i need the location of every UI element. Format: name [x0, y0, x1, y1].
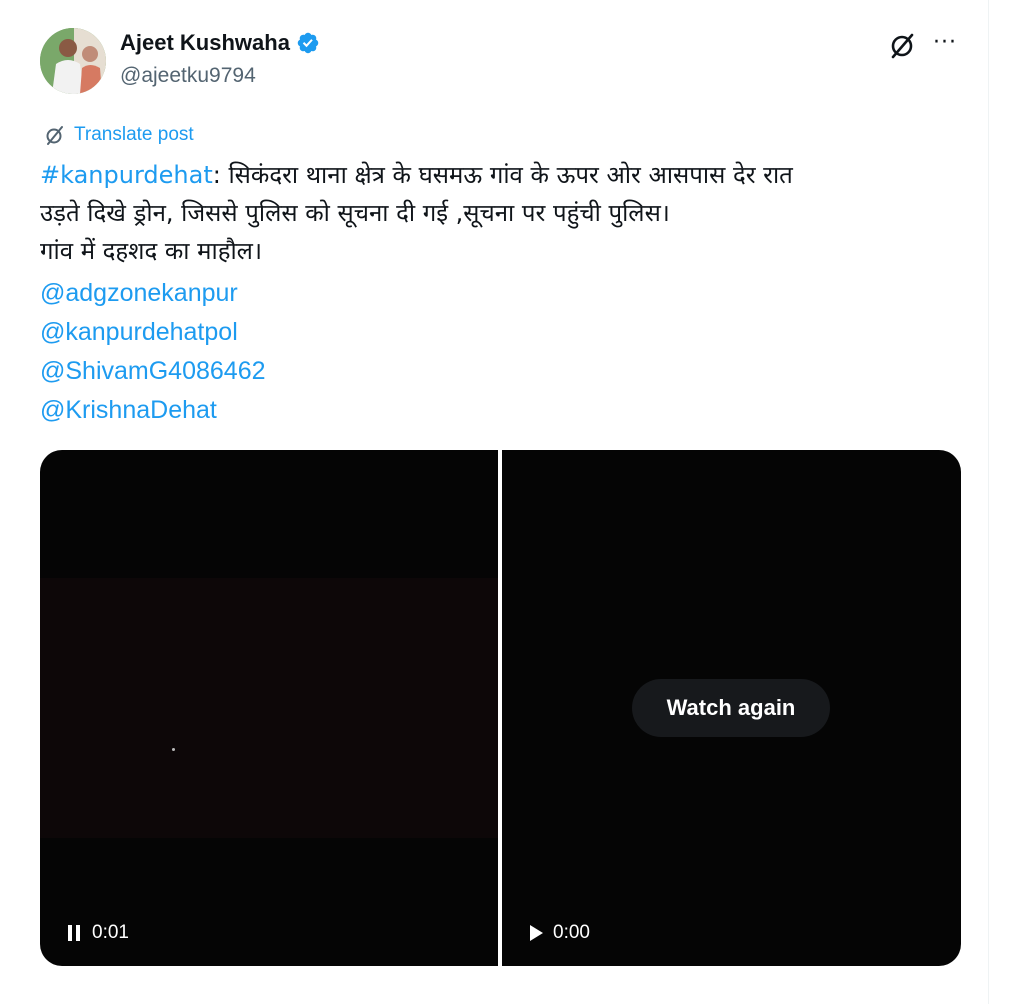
post-text-line-2: उड़ते दिखे ड्रोन, जिससे पुलिस को सूचना द…: [40, 199, 670, 227]
post-text-line-1: #kanpurdehat: सिकंदरा थाना क्षेत्र के घस…: [40, 156, 940, 194]
translate-post-label[interactable]: Translate post: [74, 124, 194, 146]
video-1-controls: 0:01: [68, 922, 129, 944]
more-dots-icon: ···: [933, 30, 957, 55]
post-text-line-3: गांव में दहशद का माहौल।: [40, 237, 263, 265]
mention-link[interactable]: @ShivamG4086462: [40, 352, 266, 391]
translate-post-link[interactable]: Translate post: [44, 124, 194, 146]
avatar-photo: [40, 28, 106, 94]
grok-button[interactable]: [888, 30, 918, 60]
post-text-line-1-rest: : सिकंदरा थाना क्षेत्र के घसमऊ गांव के ऊ…: [212, 161, 793, 189]
video-1-time: 0:01: [92, 922, 129, 943]
more-options-button[interactable]: ···: [930, 28, 960, 58]
mention-link[interactable]: @adgzonekanpur: [40, 274, 266, 313]
verified-badge-icon: [297, 32, 319, 54]
play-icon[interactable]: [530, 925, 543, 941]
mention-link[interactable]: @KrishnaDehat: [40, 391, 266, 430]
author-name[interactable]: Ajeet Kushwaha: [120, 30, 290, 56]
author-handle[interactable]: @ajeetku9794: [120, 64, 256, 88]
mentions-list: @adgzonekanpur @kanpurdehatpol @ShivamG4…: [40, 274, 266, 430]
author-name-row[interactable]: Ajeet Kushwaha: [120, 30, 320, 56]
video-2-controls: 0:00: [530, 922, 590, 944]
media-grid: 0:01 Watch again 0:00: [40, 450, 961, 966]
mention-link[interactable]: @kanpurdehatpol: [40, 313, 266, 352]
video-player-2[interactable]: Watch again 0:00: [502, 450, 961, 966]
post-card: Ajeet Kushwaha @ajeetku9794 ··· Translat…: [0, 0, 989, 1004]
video-frame-dark-band: [40, 578, 498, 838]
avatar[interactable]: [40, 28, 106, 94]
grok-slash-circle-icon: [891, 33, 914, 59]
hashtag-link[interactable]: #kanpurdehat: [40, 161, 213, 189]
video-light-point: [172, 748, 175, 751]
video-2-time: 0:00: [553, 922, 590, 943]
grok-slash-circle-icon: [46, 126, 63, 145]
video-player-1[interactable]: 0:01: [40, 450, 498, 966]
post-text: #kanpurdehat: सिकंदरा थाना क्षेत्र के घस…: [40, 156, 940, 270]
watch-again-button[interactable]: Watch again: [632, 679, 830, 737]
pause-icon[interactable]: [68, 925, 82, 941]
